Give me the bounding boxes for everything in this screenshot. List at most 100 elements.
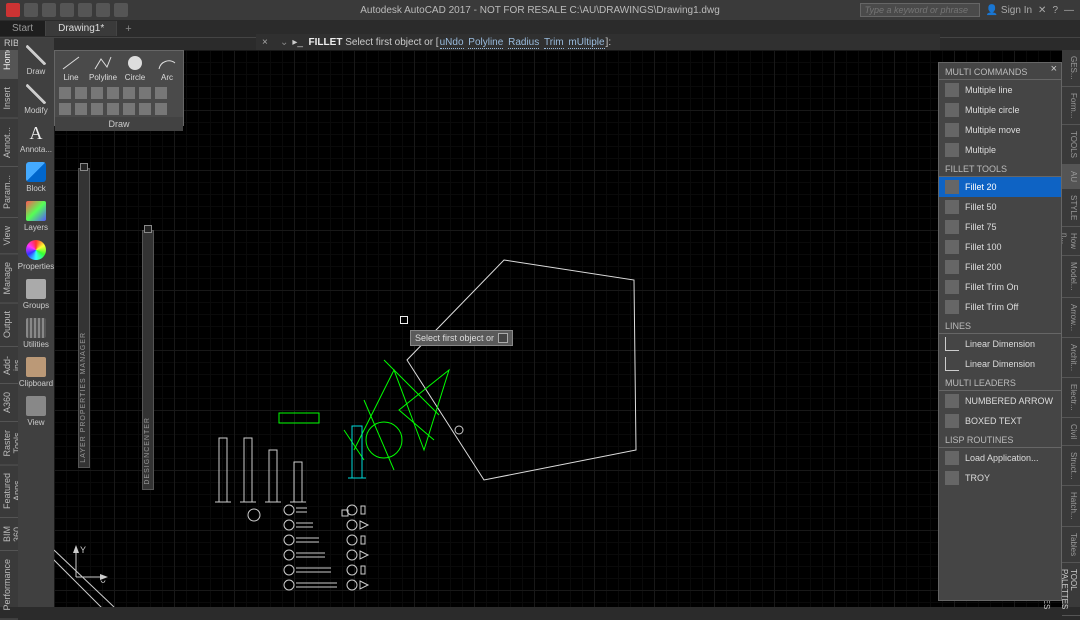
draw-small-tool[interactable]	[123, 103, 135, 115]
draw-small-tool[interactable]	[59, 103, 71, 115]
palette-item[interactable]: TROY	[939, 468, 1061, 488]
logo-icon[interactable]	[6, 3, 20, 17]
quick-access-toolbar[interactable]	[0, 3, 134, 17]
palette-item[interactable]: Linear Dimension	[939, 334, 1061, 354]
draw-small-tool[interactable]	[139, 87, 151, 99]
draw-small-tool[interactable]	[75, 103, 87, 115]
layer-properties-palette-collapsed[interactable]: LAYER PROPERTIES MANAGER	[78, 168, 90, 468]
ribbon-tab-parametric[interactable]: Param...	[0, 167, 18, 218]
draw-small-tool[interactable]	[107, 103, 119, 115]
section-multi-leaders: MULTI LEADERS	[939, 374, 1061, 391]
draw-small-tool[interactable]	[155, 87, 167, 99]
ribbon-tab-performance[interactable]: Performance	[0, 551, 18, 620]
view-tool[interactable]: View	[21, 393, 51, 430]
tab-drawing1[interactable]: Drawing1*	[46, 21, 117, 36]
palette-item[interactable]: Fillet 50	[939, 197, 1061, 217]
ribbon-tab-addins[interactable]: Add-ins	[0, 348, 18, 384]
palette-tab[interactable]: STYLE	[1062, 189, 1080, 227]
palette-tab[interactable]: Form...	[1062, 87, 1080, 125]
designcenter-palette-collapsed[interactable]: DESIGNCENTER	[142, 230, 154, 490]
groups-tool[interactable]: Groups	[21, 276, 51, 313]
draw-small-tool[interactable]	[139, 103, 151, 115]
annotation-tool[interactable]: AAnnota...	[21, 120, 51, 157]
utilities-tool[interactable]: Utilities	[21, 315, 51, 352]
polyline-tool[interactable]: Polyline	[91, 55, 115, 82]
palette-grip-icon[interactable]	[144, 225, 152, 233]
palette-item[interactable]: Fillet 200	[939, 257, 1061, 277]
save-icon[interactable]	[60, 3, 74, 17]
draw-small-tool[interactable]	[123, 87, 135, 99]
clipboard-tool[interactable]: Clipboard	[21, 354, 51, 391]
command-line[interactable]: × ⌄ ▸_ FILLET Select first object or [uN…	[256, 34, 940, 50]
palette-tab[interactable]: How n...	[1062, 227, 1080, 256]
modify-tool[interactable]: Modify	[21, 81, 51, 118]
palette-item[interactable]: Fillet Trim On	[939, 277, 1061, 297]
ribbon-tab-raster[interactable]: Raster Tools	[0, 422, 18, 466]
print-icon[interactable]	[114, 3, 128, 17]
palette-title-bar[interactable]: TOOL PALETTES - ALL PALETTES	[1062, 563, 1080, 616]
circle-tool[interactable]: Circle	[123, 55, 147, 82]
drawing-canvas[interactable]	[54, 50, 1062, 607]
ribbon-tab-featured[interactable]: Featured Apps	[0, 465, 18, 518]
palette-tab[interactable]: Arrow...	[1062, 298, 1080, 338]
ribbon-tab-view[interactable]: View	[0, 218, 18, 254]
palette-item[interactable]: BOXED TEXT	[939, 411, 1061, 431]
ribbon-tab-output[interactable]: Output	[0, 303, 18, 347]
ribbon-tab-insert[interactable]: Insert	[0, 79, 18, 119]
palette-tab[interactable]: Model...	[1062, 256, 1080, 297]
tab-start[interactable]: Start	[0, 21, 46, 36]
palette-item[interactable]: Load Application...	[939, 448, 1061, 468]
signin-menu[interactable]: 👤 Sign In	[986, 5, 1032, 16]
ribbon-tab-manage[interactable]: Manage	[0, 254, 18, 304]
ribbon-tab-bim360[interactable]: BIM 360	[0, 518, 18, 551]
properties-tool[interactable]: Properties	[21, 237, 51, 274]
palette-item[interactable]: Linear Dimension	[939, 354, 1061, 374]
draw-tool[interactable]: Draw	[21, 42, 51, 79]
undo-icon[interactable]	[78, 3, 92, 17]
palette-item[interactable]: Multiple	[939, 140, 1061, 160]
new-icon[interactable]	[24, 3, 38, 17]
palette-item[interactable]: Multiple line	[939, 80, 1061, 100]
ribbon-tab-annotate[interactable]: Annot...	[0, 119, 18, 167]
draw-small-tool[interactable]	[155, 103, 167, 115]
palette-tab[interactable]: AU	[1062, 165, 1080, 189]
dynamic-input-dropdown-icon[interactable]	[498, 333, 508, 343]
palette-tab[interactable]: Hatch...	[1062, 486, 1080, 527]
draw-small-tool[interactable]	[59, 87, 71, 99]
draw-small-tool[interactable]	[75, 87, 87, 99]
draw-small-tool[interactable]	[107, 87, 119, 99]
draw-small-tool[interactable]	[91, 103, 103, 115]
close-icon[interactable]: ×	[1051, 63, 1057, 75]
palette-tab[interactable]: Struct...	[1062, 446, 1080, 487]
block-tool[interactable]: Block	[21, 159, 51, 196]
palette-grip-icon[interactable]	[80, 163, 88, 171]
palette-tab[interactable]: TOOLS	[1062, 125, 1080, 165]
palette-item[interactable]: Fillet 100	[939, 237, 1061, 257]
line-tool[interactable]: Line	[59, 55, 83, 82]
layers-tool[interactable]: Layers	[21, 198, 51, 235]
palette-item[interactable]: Fillet 75	[939, 217, 1061, 237]
palette-item[interactable]: Fillet 20	[939, 177, 1061, 197]
draw-panel-flyout[interactable]: Line Polyline Circle Arc Draw	[54, 50, 184, 126]
palette-tab[interactable]: Civil	[1062, 418, 1080, 446]
draw-small-tool[interactable]	[91, 87, 103, 99]
palette-tab[interactable]: Archit...	[1062, 338, 1080, 378]
palette-item[interactable]: NUMBERED ARROW	[939, 391, 1061, 411]
open-icon[interactable]	[42, 3, 56, 17]
search-input[interactable]	[860, 3, 980, 17]
minimize-icon[interactable]: —	[1064, 5, 1074, 16]
redo-icon[interactable]	[96, 3, 110, 17]
palette-tab[interactable]: Electr...	[1062, 378, 1080, 418]
palette-item[interactable]: Fillet Trim Off	[939, 297, 1061, 317]
palette-item[interactable]: Multiple move	[939, 120, 1061, 140]
close-icon[interactable]: ×	[262, 37, 276, 48]
command-history-icon[interactable]: ⌄	[276, 37, 292, 48]
palette-tab[interactable]: Tables	[1062, 527, 1080, 563]
palette-item[interactable]: Multiple circle	[939, 100, 1061, 120]
palette-tab[interactable]: GES...	[1062, 50, 1080, 87]
new-tab-button[interactable]: +	[117, 23, 139, 35]
arc-tool[interactable]: Arc	[155, 55, 179, 82]
help-icon[interactable]: ?	[1052, 5, 1058, 16]
ribbon-tab-a360[interactable]: A360	[0, 384, 18, 422]
exchange-icon[interactable]: ✕	[1038, 5, 1046, 16]
